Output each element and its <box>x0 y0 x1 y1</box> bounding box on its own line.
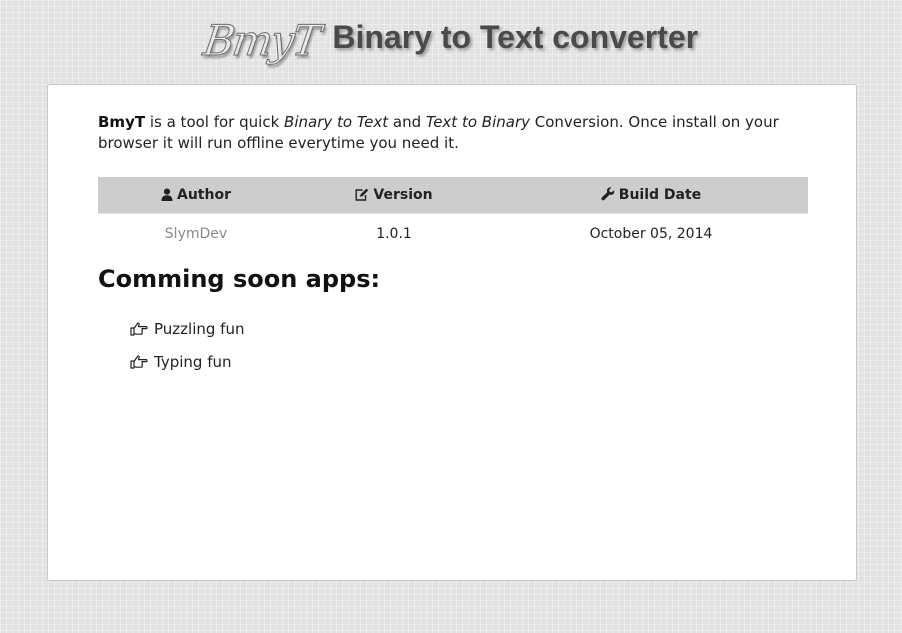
build-date-header-label: Build Date <box>618 187 702 203</box>
table-row: SlymDev 1.0.1 October 05, 2014 <box>98 213 808 254</box>
build-date-header: Build Date <box>494 177 808 214</box>
author-cell: SlymDev <box>98 213 294 254</box>
coming-soon-title: Comming soon apps: <box>98 265 381 293</box>
intro-text: BmyT is a tool for quick Binary to Text … <box>98 112 813 154</box>
list-item-label: Typing fun <box>154 352 232 371</box>
user-icon <box>161 188 173 201</box>
edit-icon <box>355 188 369 201</box>
app-logo: BmyT <box>200 16 322 66</box>
intro-part-1: is a tool for quick <box>145 113 285 131</box>
intro-brand: BmyT <box>98 113 146 131</box>
intro-binary-to-text: Binary to Text <box>284 113 389 131</box>
app-header: BmyT Binary to Text converter <box>0 10 902 66</box>
author-header: Author <box>98 177 294 214</box>
list-item-label: Puzzling fun <box>154 319 245 338</box>
hand-pointing-right-icon <box>130 354 148 369</box>
info-table: Author Version Build Date SlymDev 1.0.1 … <box>98 177 808 254</box>
hand-pointing-right-icon <box>130 321 148 336</box>
main-card: BmyT is a tool for quick Binary to Text … <box>47 84 857 581</box>
info-table-header-row: Author Version Build Date <box>98 177 808 214</box>
list-item: Typing fun <box>130 345 244 378</box>
coming-soon-list: Puzzling fun Typing fun <box>130 312 244 378</box>
version-header: Version <box>294 177 494 214</box>
version-header-label: Version <box>373 187 433 203</box>
wrench-icon <box>601 187 615 201</box>
author-header-label: Author <box>177 187 231 203</box>
version-cell: 1.0.1 <box>294 213 494 254</box>
build-date-cell: October 05, 2014 <box>494 213 808 254</box>
app-title: Binary to Text converter <box>332 19 699 55</box>
list-item: Puzzling fun <box>130 312 244 345</box>
intro-text-to-binary: Text to Binary <box>425 113 530 131</box>
intro-part-2: and <box>388 113 426 131</box>
